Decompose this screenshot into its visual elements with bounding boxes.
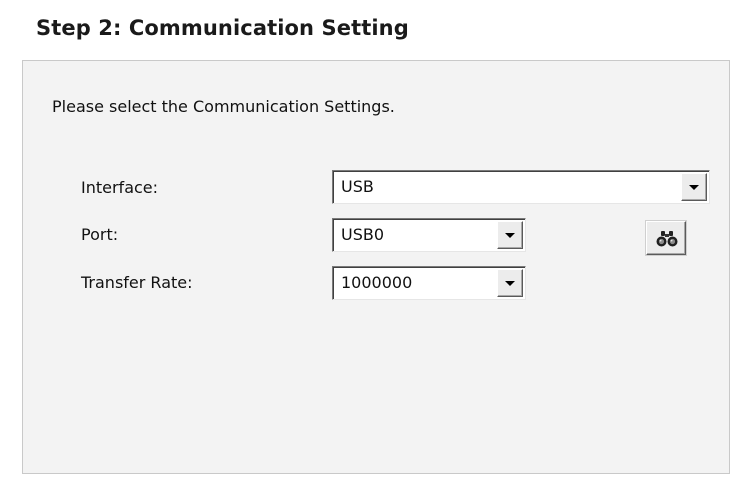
step-title: Step 2: Communication Setting <box>36 16 409 40</box>
transfer-rate-label: Transfer Rate: <box>81 273 193 292</box>
interface-label: Interface: <box>81 178 159 197</box>
communication-settings-panel: Please select the Communication Settings… <box>22 60 730 474</box>
instruction-text: Please select the Communication Settings… <box>52 97 395 116</box>
chevron-down-icon <box>689 185 699 190</box>
transfer-rate-value: 1000000 <box>341 273 413 292</box>
chevron-down-icon <box>505 281 515 286</box>
chevron-down-icon <box>505 233 515 238</box>
interface-dropdown-button[interactable] <box>681 173 707 201</box>
port-label: Port: <box>81 225 119 244</box>
binoculars-icon <box>656 231 678 247</box>
interface-select[interactable]: USB <box>332 170 710 204</box>
transfer-rate-dropdown-button[interactable] <box>497 269 523 297</box>
port-dropdown-button[interactable] <box>497 221 523 249</box>
port-select[interactable]: USB0 <box>332 218 526 252</box>
interface-value: USB <box>341 177 374 196</box>
port-value: USB0 <box>341 225 385 244</box>
search-device-button[interactable] <box>646 221 686 255</box>
transfer-rate-select[interactable]: 1000000 <box>332 266 526 300</box>
